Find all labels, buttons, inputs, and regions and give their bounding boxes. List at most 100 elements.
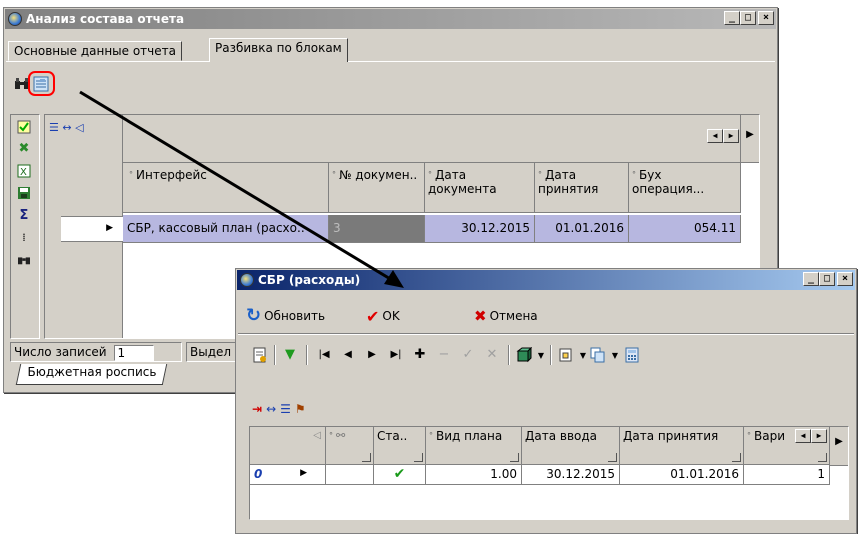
- sbr-row-indicator-value: 0: [254, 467, 263, 481]
- tree-icon[interactable]: ⁞: [16, 230, 32, 246]
- tab-panel-edge: [6, 61, 775, 62]
- ok-button[interactable]: ✔ OK: [366, 306, 400, 326]
- post-record-icon[interactable]: ✓: [460, 347, 476, 363]
- col-header-doc-date[interactable]: ° Дата документа: [425, 163, 535, 213]
- minimize-button[interactable]: _: [724, 11, 740, 25]
- bottom-tab-budget-label: Бюджетная роспись: [27, 365, 157, 379]
- horizontal-scroll-buttons[interactable]: ◀ ▶: [707, 129, 739, 143]
- toolbar-divider: [238, 333, 854, 335]
- sbr-scroll-right-button[interactable]: ▶: [811, 429, 827, 443]
- main-window-title: Анализ состава отчета: [26, 12, 185, 26]
- sbr-minimize-button[interactable]: _: [803, 272, 819, 286]
- scroll-left-button[interactable]: ◀: [707, 129, 723, 143]
- column-list-icon[interactable]: ☰: [280, 402, 291, 416]
- copy-dropdown-icon[interactable]: ▼: [607, 348, 623, 364]
- col-header-interface[interactable]: ° Интерфейс: [123, 163, 329, 213]
- col-header-accept-date[interactable]: ° Дата принятия: [535, 163, 629, 213]
- records-count-field: Число записей 1: [10, 342, 182, 362]
- cancel-edit-icon[interactable]: ✕: [484, 347, 500, 363]
- refresh-button[interactable]: ↻ Обновить: [246, 306, 325, 326]
- sbr-scroll-buttons[interactable]: ◀ ▶: [795, 429, 827, 443]
- sbr-col-link-header[interactable]: ° ⚯: [326, 427, 374, 465]
- delete-x-icon[interactable]: ✖: [16, 141, 32, 157]
- ok-label: OK: [382, 309, 400, 323]
- close-button[interactable]: ×: [758, 11, 774, 25]
- find-binoculars-icon[interactable]: [16, 252, 32, 268]
- insert-row-icon[interactable]: ⇥: [252, 402, 262, 416]
- col-header-doc-no[interactable]: ° № докумен..: [329, 163, 425, 213]
- copy-icon[interactable]: [590, 347, 606, 363]
- cube-dropdown-icon[interactable]: ▼: [533, 348, 549, 364]
- cancel-button[interactable]: ✖ Отмена: [474, 306, 538, 326]
- selected-label: Выдел: [190, 345, 232, 359]
- link-chain-icon: ⚯: [336, 429, 346, 442]
- refresh-icon: ↻: [246, 305, 262, 326]
- main-titlebar[interactable]: Анализ состава отчета _ □ ×: [5, 9, 776, 29]
- bottom-tab-budget[interactable]: Бюджетная роспись: [15, 364, 168, 385]
- expand-arrow-icon[interactable]: ▶: [740, 115, 759, 162]
- sbr-row-indicator[interactable]: 0 ▶: [250, 465, 326, 485]
- sbr-cell-plan-type[interactable]: 1.00: [426, 465, 522, 485]
- records-label: Число записей: [14, 345, 107, 359]
- left-tools-panel: ✖ X Σ ⁞: [10, 114, 40, 339]
- ok-check-icon: ✔: [366, 306, 380, 326]
- nav-separator-4: [550, 345, 552, 365]
- cancel-x-icon: ✖: [474, 307, 487, 325]
- sbr-cell-link[interactable]: [326, 465, 374, 485]
- column-width-icon[interactable]: ↔: [266, 402, 276, 416]
- prev-record-icon[interactable]: ◀: [340, 347, 356, 363]
- refresh-label: Обновить: [264, 309, 326, 323]
- save-disk-icon[interactable]: [16, 185, 32, 201]
- sum-sigma-icon[interactable]: Σ: [16, 208, 32, 224]
- cell-accounting-op[interactable]: 054.11: [629, 215, 741, 243]
- sbr-cell-accept-date[interactable]: 01.01.2016: [620, 465, 744, 485]
- column-chooser-icon[interactable]: ⚑: [295, 402, 306, 416]
- sbr-col-accept-date-header[interactable]: Дата принятия: [620, 427, 744, 465]
- print-preview-dropdown-icon[interactable]: ▼: [575, 348, 591, 364]
- sbr-col-input-date-header[interactable]: Дата ввода: [522, 427, 620, 465]
- sbr-maximize-button[interactable]: □: [819, 272, 835, 286]
- calculator-icon[interactable]: [624, 347, 640, 363]
- filter-gem-icon[interactable]: ▼: [282, 347, 298, 363]
- cell-interface[interactable]: СБР, кассовый план (расхо..: [123, 215, 329, 243]
- cell-doc-no[interactable]: 3: [329, 215, 425, 243]
- sbr-cell-input-date[interactable]: 30.12.2015: [522, 465, 620, 485]
- sbr-col-status-header[interactable]: Ста..: [374, 427, 426, 465]
- sbr-cell-variant[interactable]: 1: [744, 465, 830, 485]
- col-header-interface-label: Интерфейс: [136, 168, 207, 182]
- sbr-col-accept-date-label: Дата принятия: [623, 429, 719, 443]
- sbr-col-variant-header[interactable]: ° Вари ◀ ▶: [744, 427, 830, 465]
- grid-settings-icon[interactable]: ☰ ↔ ◁: [49, 121, 84, 134]
- col-header-accounting-op[interactable]: ° Бух операция...: [629, 163, 741, 213]
- sbr-col-plan-type-header[interactable]: ° Вид плана: [426, 427, 522, 465]
- maximize-button[interactable]: □: [740, 11, 756, 25]
- filter-mark: [732, 453, 741, 462]
- scroll-right-button[interactable]: ▶: [723, 129, 739, 143]
- sbr-window: СБР (расходы) _ □ × ↻ Обновить ✔ OK ✖ От…: [235, 268, 857, 534]
- document-icon[interactable]: [252, 347, 268, 363]
- row-indicator-cell[interactable]: ▶: [61, 216, 123, 242]
- excel-icon[interactable]: X: [16, 163, 32, 179]
- cell-accept-date[interactable]: 01.01.2016: [535, 215, 629, 243]
- last-record-icon[interactable]: ▶|: [388, 347, 404, 363]
- sbr-cell-status[interactable]: ✔: [374, 465, 426, 485]
- sbr-expand-arrow-icon[interactable]: ▶: [830, 427, 848, 466]
- first-record-icon[interactable]: |◀: [316, 347, 332, 363]
- add-record-icon[interactable]: ✚: [412, 347, 428, 363]
- print-preview-icon[interactable]: [558, 347, 574, 363]
- row-indicator-column: ☰ ↔ ◁ ▶: [45, 115, 123, 338]
- delete-record-icon[interactable]: −: [436, 347, 452, 363]
- cube-icon[interactable]: [516, 347, 532, 363]
- tab-main-report-data[interactable]: Основные данные отчета: [8, 41, 182, 61]
- sbr-close-button[interactable]: ×: [837, 272, 853, 286]
- sbr-scroll-left-button[interactable]: ◀: [795, 429, 811, 443]
- status-check-icon: ✔: [393, 466, 406, 482]
- sbr-titlebar[interactable]: СБР (расходы) _ □ ×: [237, 270, 855, 290]
- app-icon: [8, 12, 22, 26]
- next-record-icon[interactable]: ▶: [364, 347, 380, 363]
- sbr-col-variant-label: Вари: [754, 429, 786, 443]
- grid-mini-toolbar: ⇥ ↔ ☰ ⚑: [252, 401, 306, 417]
- checklist-icon[interactable]: [16, 119, 32, 135]
- tab-block-breakdown[interactable]: Разбивка по блокам: [209, 38, 348, 62]
- cell-doc-date[interactable]: 30.12.2015: [425, 215, 535, 243]
